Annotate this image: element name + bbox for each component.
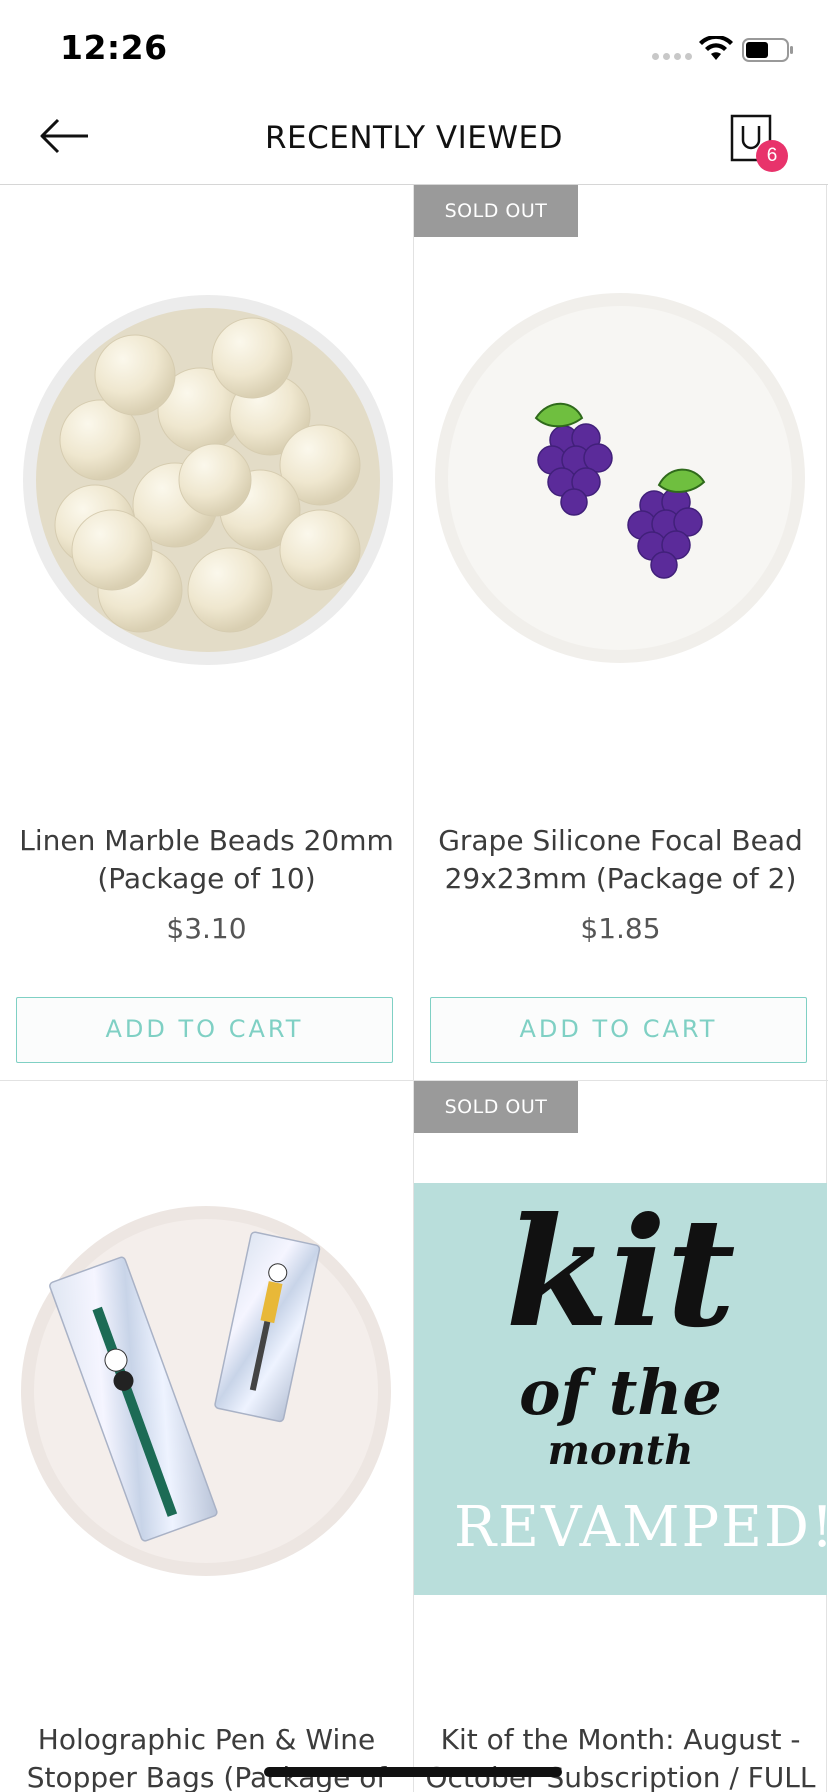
product-card[interactable]: Linen Marble Beads 20mm (Package of 10) … [0, 185, 413, 1080]
cart-count-badge: 6 [756, 140, 788, 172]
product-price: $3.10 [166, 912, 247, 945]
product-image-kit-of-month[interactable]: kit of the month REVAMPED! [414, 1183, 827, 1595]
product-card[interactable]: SOLD OUT Grape Silicone Focal Bead 29x23… [414, 185, 827, 1080]
sold-out-badge: SOLD OUT [414, 185, 578, 237]
wifi-icon [699, 36, 733, 60]
product-name[interactable]: Linen Marble Beads 20mm (Package of 10) [10, 822, 403, 898]
add-to-cart-button[interactable]: ADD TO CART [430, 997, 807, 1063]
product-price: $1.85 [580, 912, 661, 945]
app-header: RECENTLY VIEWED 6 [0, 96, 828, 185]
status-bar: 12:26 [0, 0, 828, 96]
kit-image-line2: of the [519, 1356, 722, 1429]
product-image-grape-bead[interactable] [414, 290, 827, 670]
product-image-holographic-bags[interactable] [0, 1201, 413, 1576]
product-name[interactable]: Grape Silicone Focal Bead 29x23mm (Packa… [424, 822, 817, 898]
product-name[interactable]: Kit of the Month: August - October Subsc… [424, 1721, 817, 1792]
product-card[interactable]: Holographic Pen & Wine Stopper Bags (Pac… [0, 1081, 413, 1792]
battery-icon [742, 38, 793, 62]
product-card[interactable]: SOLD OUT kit of the month REVAMPED! Kit … [414, 1081, 827, 1792]
product-image-marble-beads[interactable] [0, 290, 413, 670]
kit-image-line3: month [547, 1427, 694, 1474]
cellular-signal-icon [652, 53, 692, 60]
sold-out-badge: SOLD OUT [414, 1081, 578, 1133]
kit-image-line4: REVAMPED! [454, 1495, 827, 1560]
home-indicator[interactable] [264, 1767, 562, 1777]
kit-image-line1: kit [505, 1185, 736, 1361]
add-to-cart-button[interactable]: ADD TO CART [16, 997, 393, 1063]
product-name[interactable]: Holographic Pen & Wine Stopper Bags (Pac… [10, 1721, 403, 1792]
status-time: 12:26 [60, 28, 168, 67]
page-title: RECENTLY VIEWED [265, 120, 563, 156]
